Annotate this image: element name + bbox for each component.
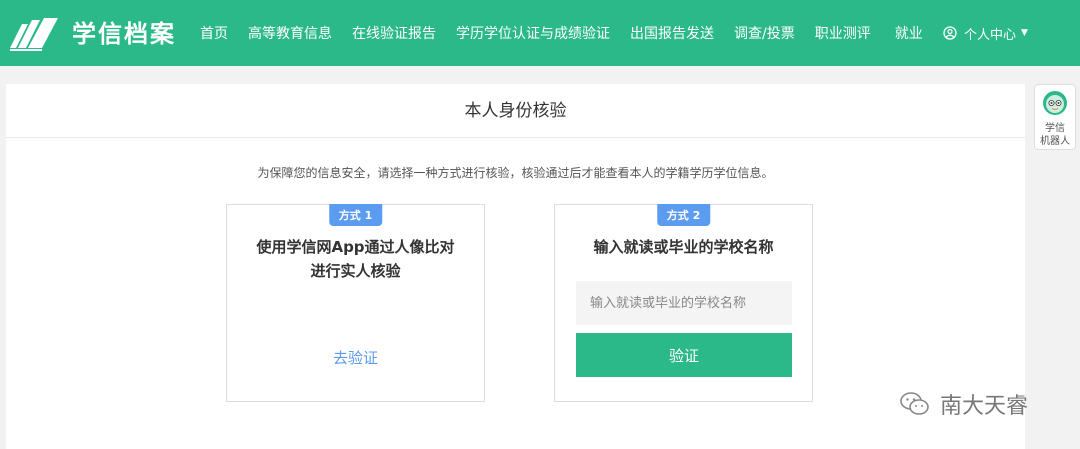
verification-card: 本人身份核验 为保障您的信息安全，请选择一种方式进行核验，核验通过后才能查看本人… [6, 84, 1025, 449]
page-title: 本人身份核验 [6, 84, 1025, 138]
caret-down-icon: ▼ [1021, 28, 1028, 38]
watermark: 南大天睿 [900, 388, 1028, 420]
school-name-input[interactable] [576, 281, 792, 325]
option-school-name: 方式 2 输入就读或毕业的学校名称 验证 [554, 204, 813, 402]
option-1-title-line1: 使用学信网App通过人像比对 [256, 238, 455, 256]
top-nav-bar: 学信档案 首页 高等教育信息 在线验证报告 学历学位认证与成绩验证 出国报告发送… [0, 0, 1080, 66]
main-nav: 首页 高等教育信息 在线验证报告 学历学位认证与成绩验证 出国报告发送 调查/投… [200, 0, 943, 66]
logo-text: 学信档案 [72, 20, 176, 48]
nav-survey-vote[interactable]: 调查/投票 [734, 23, 795, 43]
robot-label-line1: 学信 [1045, 123, 1065, 134]
user-icon [943, 26, 957, 40]
robot-label-line2: 机器人 [1040, 136, 1070, 147]
robot-avatar-icon [1043, 91, 1067, 115]
security-notice: 为保障您的信息安全，请选择一种方式进行核验，核验通过后才能查看本人的学籍学历学位… [257, 166, 774, 180]
wechat-icon [900, 392, 929, 415]
option-1-title-line2: 进行实人核验 [310, 262, 401, 280]
option-2-title: 输入就读或毕业的学校名称 [593, 238, 774, 256]
option-face-verification: 方式 1 使用学信网App通过人像比对 进行实人核验 去验证 [226, 204, 485, 402]
watermark-text: 南大天睿 [940, 394, 1029, 419]
nav-online-verification-report[interactable]: 在线验证报告 [352, 23, 436, 43]
nav-higher-education-info[interactable]: 高等教育信息 [248, 23, 332, 43]
option-2-badge: 方式 2 [656, 204, 711, 226]
robot-label: 学信 机器人 [1035, 122, 1075, 148]
go-verify-link[interactable]: 去验证 [227, 347, 484, 368]
verify-button[interactable]: 验证 [576, 333, 792, 377]
nav-home[interactable]: 首页 [200, 23, 228, 43]
logo[interactable]: 学信档案 [8, 14, 176, 54]
nav-employment[interactable]: 就业 [895, 23, 923, 43]
option-1-title: 使用学信网App通过人像比对 进行实人核验 [237, 235, 474, 283]
option-1-badge: 方式 1 [328, 204, 383, 226]
user-center-menu[interactable]: 个人中心 ▼ [943, 0, 1028, 66]
nav-degree-certification[interactable]: 学历学位认证与成绩验证 [456, 23, 610, 43]
nav-career-assessment[interactable]: 职业测评 [815, 23, 871, 43]
user-center-label: 个人中心 [964, 27, 1017, 43]
xuexin-robot-widget[interactable]: 学信 机器人 [1034, 84, 1076, 150]
book-logo-icon [10, 18, 58, 51]
nav-overseas-report[interactable]: 出国报告发送 [630, 23, 714, 43]
